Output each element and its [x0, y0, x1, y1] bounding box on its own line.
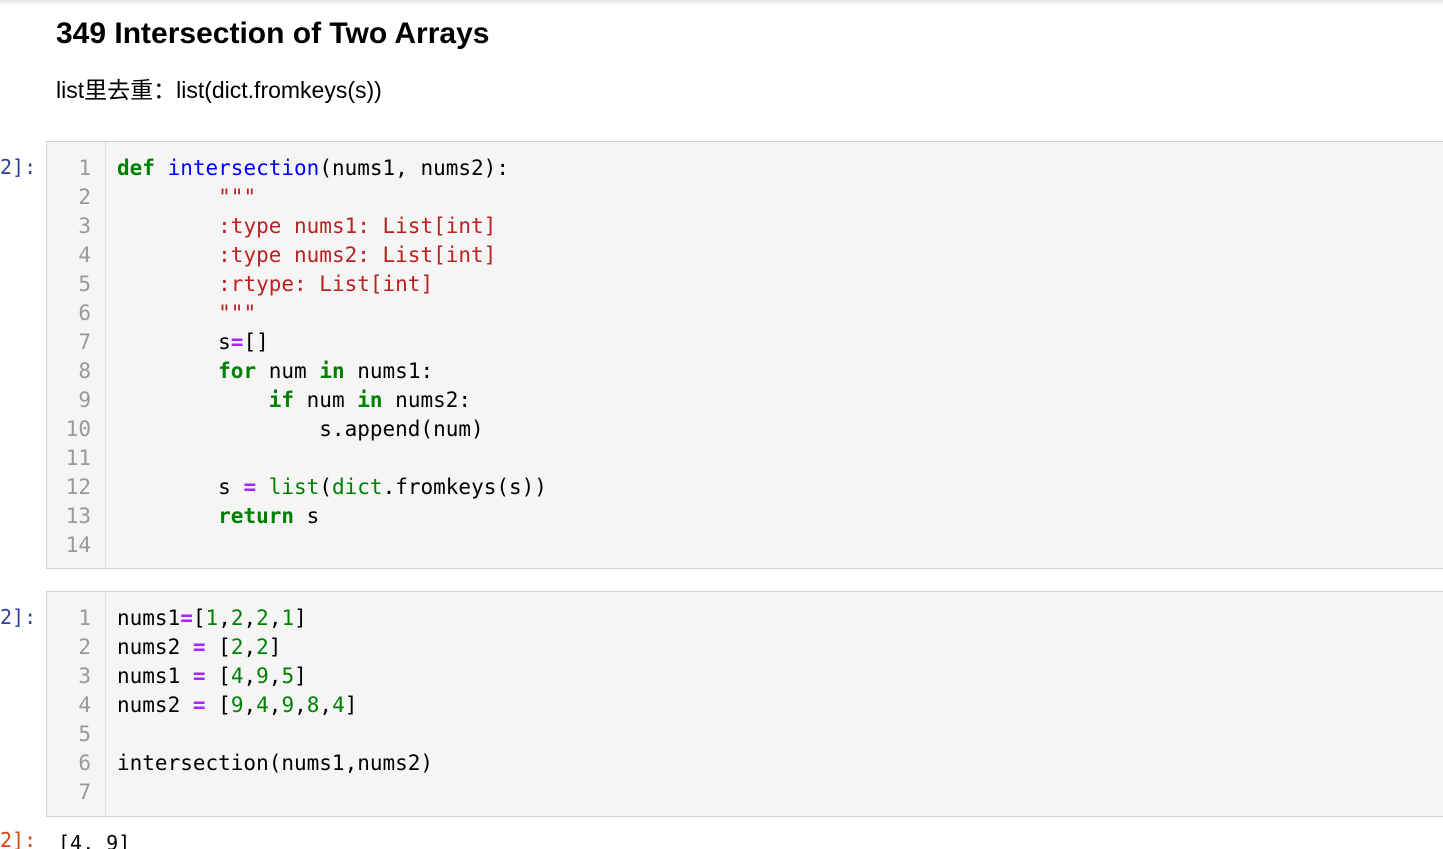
line-number: 9 [78, 388, 91, 412]
code-line[interactable]: 5 :rtype: List[int] [47, 270, 1443, 299]
code-text: s=[] [117, 330, 269, 354]
code-text: :type nums2: List[int] [218, 243, 497, 267]
code-text: s.append(num) [117, 417, 484, 441]
code-line[interactable]: 5 [47, 720, 1443, 749]
code-cell-2[interactable]: 1 nums1=[1,2,2,1] 2 nums2 = [2,2] 3 nums1 =… [46, 591, 1443, 817]
cell-2-output-text: [4, 9] [58, 831, 131, 849]
line-number: 2 [78, 185, 91, 209]
line-number: 13 [65, 504, 91, 528]
code-line[interactable]: 6 intersection(nums1,nums2) [47, 749, 1443, 778]
code-line[interactable]: 4 nums2 = [9,4,9,8,4] [47, 691, 1443, 720]
line-number: 5 [78, 722, 91, 746]
code-line[interactable]: 12 s = list(dict.fromkeys(s)) [47, 473, 1443, 502]
line-number: 4 [78, 243, 91, 267]
notebook-top-shadow [0, 0, 1443, 6]
code-line[interactable]: 11 [47, 444, 1443, 473]
cell-2-input-prompt: 2]: [0, 605, 37, 629]
code-text: s = list(dict.fromkeys(s)) [117, 475, 547, 499]
code-line[interactable]: 3 nums1 = [4,9,5] [47, 662, 1443, 691]
code-line[interactable]: 7 s=[] [47, 328, 1443, 357]
line-number: 11 [65, 446, 91, 470]
code-text: :rtype: List[int] [218, 272, 434, 296]
code-line[interactable]: 1 def intersection(nums1, nums2): [47, 154, 1443, 183]
code-cell-1[interactable]: 1 def intersection(nums1, nums2): 2 """ 3… [46, 141, 1443, 569]
line-number: 12 [65, 475, 91, 499]
line-number: 6 [78, 751, 91, 775]
line-number: 7 [78, 780, 91, 804]
code-text: """ [218, 185, 257, 209]
cell-2-output-prompt: 2]: [0, 828, 37, 849]
line-number: 2 [78, 635, 91, 659]
line-number: 3 [78, 664, 91, 688]
code-line[interactable]: 1 nums1=[1,2,2,1] [47, 604, 1443, 633]
line-number: 1 [78, 156, 91, 180]
line-number: 6 [78, 301, 91, 325]
code-line[interactable]: 2 """ [47, 183, 1443, 212]
code-text: """ [218, 301, 257, 325]
code-line[interactable]: 2 nums2 = [2,2] [47, 633, 1443, 662]
line-number: 7 [78, 330, 91, 354]
code-line[interactable]: 7 [47, 778, 1443, 807]
markdown-heading: 349 Intersection of Two Arrays [56, 17, 490, 50]
code-text: :type nums1: List[int] [218, 214, 497, 238]
cell-1-input-prompt: 2]: [0, 155, 37, 179]
code-line[interactable]: 13 return s [47, 502, 1443, 531]
code-line[interactable]: 4 :type nums2: List[int] [47, 241, 1443, 270]
code-editor[interactable]: 1 nums1=[1,2,2,1] 2 nums2 = [2,2] 3 nums1 =… [47, 604, 1443, 807]
code-text: nums2 = [9,4,9,8,4] [117, 693, 358, 717]
code-text: if num in nums2: [268, 388, 472, 412]
code-line[interactable]: 8 for num in nums1: [47, 357, 1443, 386]
markdown-note: list里去重：list(dict.fromkeys(s)) [56, 77, 382, 103]
code-line[interactable]: 9 if num in nums2: [47, 386, 1443, 415]
line-number: 14 [65, 533, 91, 557]
line-number: 4 [78, 693, 91, 717]
code-line[interactable]: 3 :type nums1: List[int] [47, 212, 1443, 241]
code-text: nums2 = [2,2] [117, 635, 282, 659]
code-text: return s [218, 504, 320, 528]
line-number: 3 [78, 214, 91, 238]
code-editor[interactable]: 1 def intersection(nums1, nums2): 2 """ 3… [47, 154, 1443, 560]
code-text: intersection(nums1,nums2) [117, 751, 434, 775]
code-line[interactable]: 10 s.append(num) [47, 415, 1443, 444]
code-line[interactable]: 14 [47, 531, 1443, 560]
code-line[interactable]: 6 """ [47, 299, 1443, 328]
line-number: 1 [78, 606, 91, 630]
code-text: nums1 = [4,9,5] [117, 664, 307, 688]
line-number: 5 [78, 272, 91, 296]
code-text: for num in nums1: [218, 359, 434, 383]
code-text: def intersection(nums1, nums2): [117, 156, 509, 180]
line-number: 10 [65, 417, 91, 441]
line-number: 8 [78, 359, 91, 383]
code-text: nums1=[1,2,2,1] [117, 606, 307, 630]
